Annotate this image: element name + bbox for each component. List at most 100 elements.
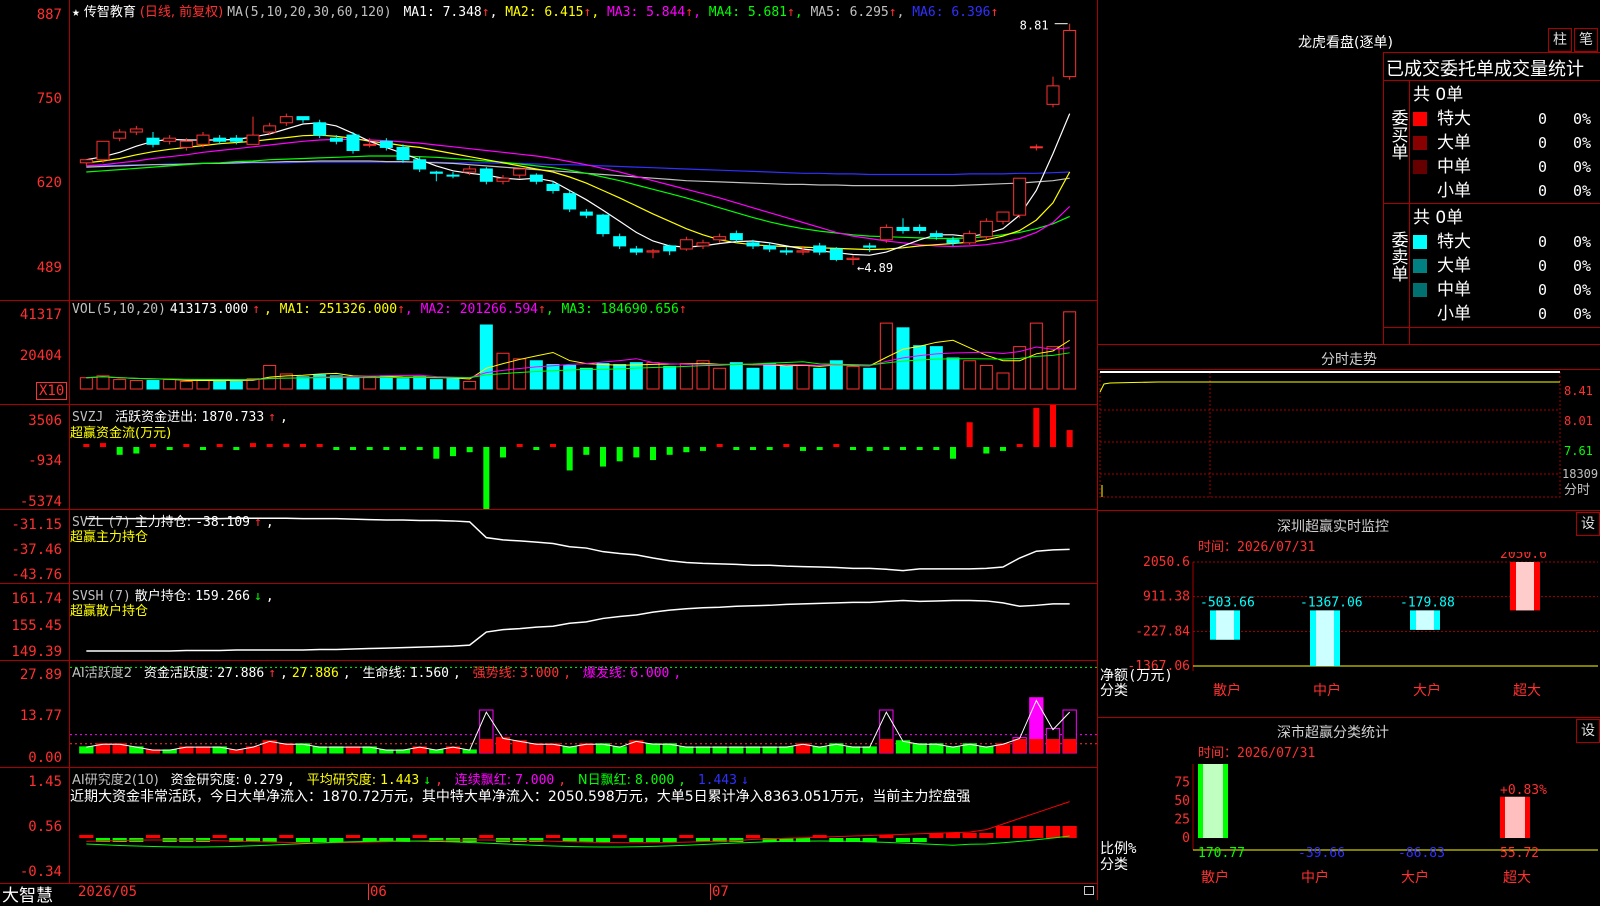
month-divider	[710, 884, 711, 900]
row-percent: 0%	[1573, 110, 1592, 128]
ai-research-chart[interactable]	[70, 768, 1097, 883]
color-swatch	[1413, 259, 1427, 273]
volume-bar	[529, 360, 543, 390]
sz-class-chart[interactable]: 75 50 25 0 +0.83% 170.77 -39.66 -86.83 55.72 比例%分…	[1098, 758, 1600, 900]
monitor-axis-label: -227.84	[1135, 624, 1190, 639]
sz-monitor-title: 深圳超赢实时监控	[1277, 519, 1389, 535]
class-ylabel: 比例%	[1100, 841, 1137, 857]
sz-monitor-chart[interactable]: 2050.6911.38-227.84-1367.06-503.66 -1367.…	[1098, 552, 1600, 717]
fund-flow-bar	[633, 447, 640, 458]
fund-flow-bar	[933, 447, 940, 450]
ai-active-axis-label: 27.89	[19, 667, 62, 683]
class-axis-label: 0	[1182, 831, 1190, 846]
candle	[863, 245, 877, 248]
class-bar-highlight	[1505, 796, 1525, 838]
fund-flow-bar	[133, 447, 140, 454]
volume-bar	[363, 376, 377, 390]
row-percent: 0%	[1573, 305, 1592, 323]
svzl-chart[interactable]	[70, 510, 1097, 583]
volume-bar	[129, 380, 143, 390]
date-label: 06	[370, 884, 387, 900]
monitor-bar-highlight	[1416, 610, 1434, 630]
candle	[829, 248, 843, 260]
volume-bar	[963, 360, 977, 390]
row-name: 小单	[1437, 304, 1471, 324]
monitor-category-label: 大户	[1413, 682, 1441, 699]
candle	[296, 116, 310, 121]
fund-flow-bar	[316, 444, 323, 447]
monitor-category-label: 中户	[1313, 682, 1341, 699]
candle	[796, 250, 810, 253]
class-value-label: 170.77	[1198, 846, 1245, 861]
volume-bar	[879, 322, 893, 390]
candle	[613, 236, 627, 247]
monitor-value-label: -179.88	[1400, 595, 1455, 610]
volume-bar	[979, 364, 993, 390]
research-bar	[329, 838, 344, 842]
date-label: 07	[712, 884, 729, 900]
sz-monitor-settings-button[interactable]: 设	[1576, 512, 1600, 536]
tick-view-button[interactable]: 笔	[1574, 28, 1598, 52]
activity-bar	[762, 746, 777, 754]
svzj-chart[interactable]	[70, 405, 1097, 509]
volume-bar	[713, 367, 727, 390]
research-bar	[1012, 826, 1027, 838]
fund-flow-bar	[816, 447, 823, 450]
volume-bar	[579, 367, 593, 390]
fund-flow-bar	[300, 444, 306, 447]
ai-active-chart[interactable]	[70, 661, 1097, 767]
fund-flow-bar	[650, 447, 656, 461]
chart-area[interactable]: ★ 传智教育 (日线, 前复权) MA(5,10,20,30,60,120) MA1:…	[0, 0, 1098, 906]
svsh-chart[interactable]	[70, 584, 1097, 660]
research-bar	[945, 833, 961, 838]
sell-side-text: 委卖单	[1387, 231, 1408, 282]
sz-class-settings-button[interactable]: 设	[1576, 719, 1600, 743]
research-bar	[1029, 826, 1044, 838]
volume-bar	[479, 324, 493, 390]
candle	[813, 245, 827, 253]
class-axis-label: 75	[1174, 776, 1190, 791]
svzj-axis-label: -5374	[19, 494, 62, 510]
research-bar	[295, 838, 311, 842]
svsh-axis-label: 155.45	[11, 618, 62, 634]
research-bar	[629, 838, 644, 842]
candle	[563, 193, 577, 210]
volume-chart[interactable]	[70, 301, 1097, 404]
activity-bar	[979, 746, 994, 754]
svzl-axis-label: -37.46	[11, 542, 62, 558]
activity-base-bar	[1063, 739, 1077, 753]
bar-view-button[interactable]: 柱	[1548, 28, 1572, 52]
fund-flow-bar	[1050, 405, 1056, 447]
price-axis-label: 750	[36, 91, 62, 107]
color-swatch	[1413, 307, 1427, 321]
timeshare-volume-label: 18309	[1562, 467, 1598, 481]
research-bar	[1045, 826, 1061, 838]
candle	[113, 131, 127, 139]
candle	[429, 171, 443, 174]
fund-flow-bar	[900, 447, 906, 450]
candle	[213, 137, 227, 142]
lock-icon[interactable]	[1084, 886, 1094, 895]
volume-bar	[196, 380, 210, 390]
monitor-ylabel2: 分类	[1100, 683, 1128, 699]
timeshare-chart[interactable]: 8.41 8.01 7.61 18309 分时	[1098, 370, 1600, 510]
candlestick-chart[interactable]: 8.81 ←4.89	[70, 0, 1097, 300]
activity-bar	[712, 746, 727, 754]
price-axis-max: 887	[36, 7, 62, 23]
research-bar	[962, 833, 977, 838]
price-axis-label: 620	[36, 175, 62, 191]
research-bar	[312, 838, 327, 842]
candle	[729, 233, 743, 241]
retail-position-line	[86, 599, 1070, 652]
candle	[679, 239, 693, 250]
candle	[763, 245, 777, 250]
svzl-axis-label: -31.15	[11, 517, 62, 533]
activity-bar	[279, 743, 294, 754]
activity-bar	[845, 746, 861, 754]
fund-flow-bar	[583, 447, 590, 455]
longhu-title: 龙虎看盘(逐单)	[1298, 35, 1393, 51]
candle	[179, 140, 193, 148]
volume-bar	[229, 380, 243, 390]
row-count: 0	[1538, 134, 1548, 152]
brand-label[interactable]: 大智慧	[2, 881, 53, 906]
